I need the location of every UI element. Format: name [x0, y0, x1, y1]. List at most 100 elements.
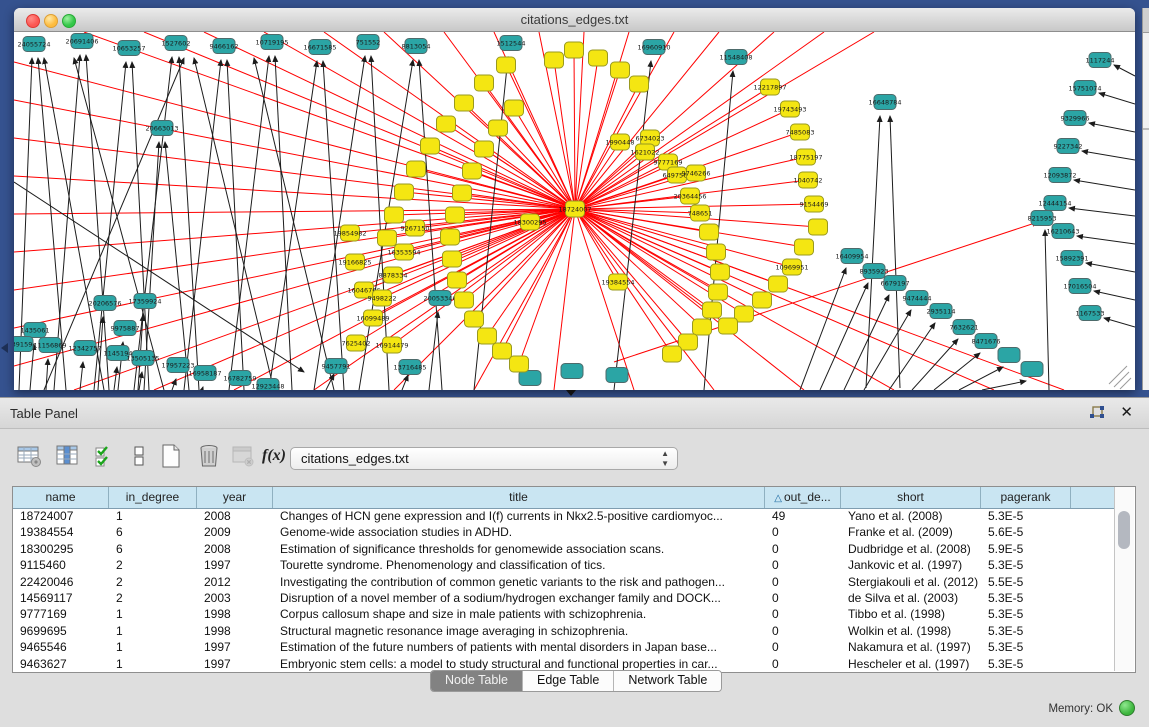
cell-pagerank[interactable]: 5.3E-5 [981, 639, 1071, 655]
cell-pagerank[interactable]: 5.3E-5 [981, 623, 1071, 639]
graph-node[interactable] [589, 50, 608, 66]
cell-out_de[interactable]: 0 [765, 623, 841, 639]
cell-pagerank[interactable]: 5.3E-5 [981, 557, 1071, 573]
column-header-name[interactable]: name [13, 487, 109, 508]
cell-pagerank[interactable]: 5.3E-5 [981, 590, 1071, 606]
graph-node[interactable]: 17016504 [1063, 279, 1096, 294]
cell-short[interactable]: Dudbridge et al. (2008) [841, 541, 981, 557]
cell-year[interactable]: 2012 [197, 574, 273, 590]
column-header-short[interactable]: short [841, 487, 981, 508]
table-row[interactable]: 969969511998Structural magnetic resonanc… [13, 623, 1116, 639]
graph-node[interactable]: 16409954 [835, 249, 868, 264]
graph-node[interactable]: 19384554 [601, 274, 634, 290]
cell-out_de[interactable]: 0 [765, 524, 841, 540]
scrollbar-thumb[interactable] [1118, 511, 1130, 549]
network-window[interactable]: citations_edges.txt 24055724206914061065… [14, 8, 1135, 390]
cell-out_de[interactable]: 0 [765, 606, 841, 622]
float-panel-icon[interactable] [1089, 405, 1105, 421]
function-builder-icon[interactable]: f(x) [262, 447, 286, 465]
graph-node[interactable] [443, 251, 462, 267]
graph-node[interactable] [753, 292, 772, 308]
cell-short[interactable]: Franke et al. (2009) [841, 524, 981, 540]
graph-node[interactable] [446, 207, 465, 223]
graph-node[interactable]: 9227342 [1054, 139, 1083, 154]
cell-in_degree[interactable]: 2 [109, 590, 197, 606]
graph-node[interactable]: 16671585 [303, 40, 336, 55]
graph-node[interactable] [463, 163, 482, 179]
graph-node[interactable] [700, 224, 719, 240]
graph-node[interactable] [441, 229, 460, 245]
graph-node[interactable] [455, 292, 474, 308]
column-header-year[interactable]: year [197, 487, 273, 508]
table-selector-dropdown[interactable]: citations_edges.txt ▲▼ [290, 447, 678, 470]
graph-node[interactable]: 1435061 [21, 323, 50, 338]
graph-node[interactable]: 2935114 [927, 304, 956, 319]
table-row[interactable]: 911546021997Tourette syndrome. Phenomeno… [13, 557, 1116, 573]
graph-node[interactable]: 12444154 [1038, 196, 1071, 211]
graph-node[interactable]: 1117244 [1086, 53, 1115, 68]
graph-node[interactable]: 8935923 [860, 264, 889, 279]
graph-node[interactable] [475, 75, 494, 91]
graph-node[interactable] [663, 346, 682, 362]
table-row[interactable]: 1456911722003Disruption of a novel membe… [13, 590, 1116, 606]
left-collapse-arrow-icon[interactable] [1, 343, 8, 353]
cell-title[interactable]: Tourette syndrome. Phenomenology and cla… [273, 557, 765, 573]
cell-name[interactable]: 9465546 [13, 639, 109, 655]
cell-title[interactable]: Estimation of the future numbers of pati… [273, 639, 765, 655]
cell-name[interactable]: 14569117 [13, 590, 109, 606]
row-height-icon[interactable] [126, 443, 152, 469]
table-row[interactable]: 1830029562008Estimation of significance … [13, 541, 1116, 557]
graph-node[interactable]: 7632621 [950, 320, 979, 335]
graph-node[interactable] [561, 364, 583, 379]
graph-node[interactable]: 16960910 [637, 40, 670, 55]
cell-title[interactable]: Changes of HCN gene expression and I(f) … [273, 508, 765, 524]
cell-name[interactable]: 9115460 [13, 557, 109, 573]
graph-node[interactable]: 9975887 [111, 321, 140, 336]
cell-short[interactable]: Stergiakouli et al. (2012) [841, 574, 981, 590]
close-panel-icon[interactable]: ✕ [1120, 403, 1133, 421]
graph-node[interactable] [693, 319, 712, 335]
panel-splitter-arrow-icon[interactable] [566, 390, 576, 396]
graph-node[interactable] [395, 184, 414, 200]
select-rows-icon[interactable] [92, 443, 118, 469]
column-header-in_degree[interactable]: in_degree [109, 487, 197, 508]
graph-node[interactable] [455, 95, 474, 111]
graph-node[interactable] [679, 334, 698, 350]
tab-node-table[interactable]: Node Table [431, 671, 523, 691]
cell-in_degree[interactable]: 1 [109, 623, 197, 639]
graph-node[interactable] [719, 318, 738, 334]
cell-year[interactable]: 2009 [197, 524, 273, 540]
graph-node[interactable] [475, 141, 494, 157]
table-settings-icon[interactable] [16, 443, 42, 469]
graph-node[interactable]: 39159 [14, 337, 33, 352]
cell-name[interactable]: 22420046 [13, 574, 109, 590]
show-columns-icon[interactable] [54, 443, 80, 469]
graph-node[interactable] [545, 52, 564, 68]
graph-node[interactable]: 10653257 [112, 41, 145, 56]
graph-node[interactable]: 9466162 [210, 39, 239, 54]
graph-node[interactable]: 20206576 [88, 296, 121, 311]
cell-short[interactable]: Wolkin et al. (1998) [841, 623, 981, 639]
cell-short[interactable]: de Silva et al. (2003) [841, 590, 981, 606]
graph-node[interactable] [465, 311, 484, 327]
graph-node[interactable]: 1527602 [162, 36, 191, 51]
graph-node[interactable]: 748651 [688, 205, 713, 221]
cell-in_degree[interactable]: 1 [109, 656, 197, 672]
graph-node[interactable] [478, 328, 497, 344]
cell-name[interactable]: 18724007 [13, 508, 109, 524]
graph-node[interactable]: 11548408 [719, 50, 752, 65]
graph-node[interactable] [795, 239, 814, 255]
graph-node[interactable]: 1512544 [497, 36, 526, 51]
cell-year[interactable]: 2008 [197, 508, 273, 524]
graph-node[interactable]: 9329966 [1061, 111, 1090, 126]
network-canvas[interactable]: 2405572420691406106532571527602946616210… [14, 32, 1135, 390]
cell-title[interactable]: Investigating the contribution of common… [273, 574, 765, 590]
cell-out_de[interactable]: 0 [765, 541, 841, 557]
graph-node[interactable] [630, 76, 649, 92]
cell-name[interactable]: 19384554 [13, 524, 109, 540]
cell-in_degree[interactable]: 2 [109, 557, 197, 573]
table-row[interactable]: 977716911998Corpus callosum shape and si… [13, 606, 1116, 622]
graph-node[interactable]: 1040742 [794, 172, 823, 188]
cell-title[interactable]: Structural magnetic resonance image aver… [273, 623, 765, 639]
graph-node[interactable] [437, 116, 456, 132]
